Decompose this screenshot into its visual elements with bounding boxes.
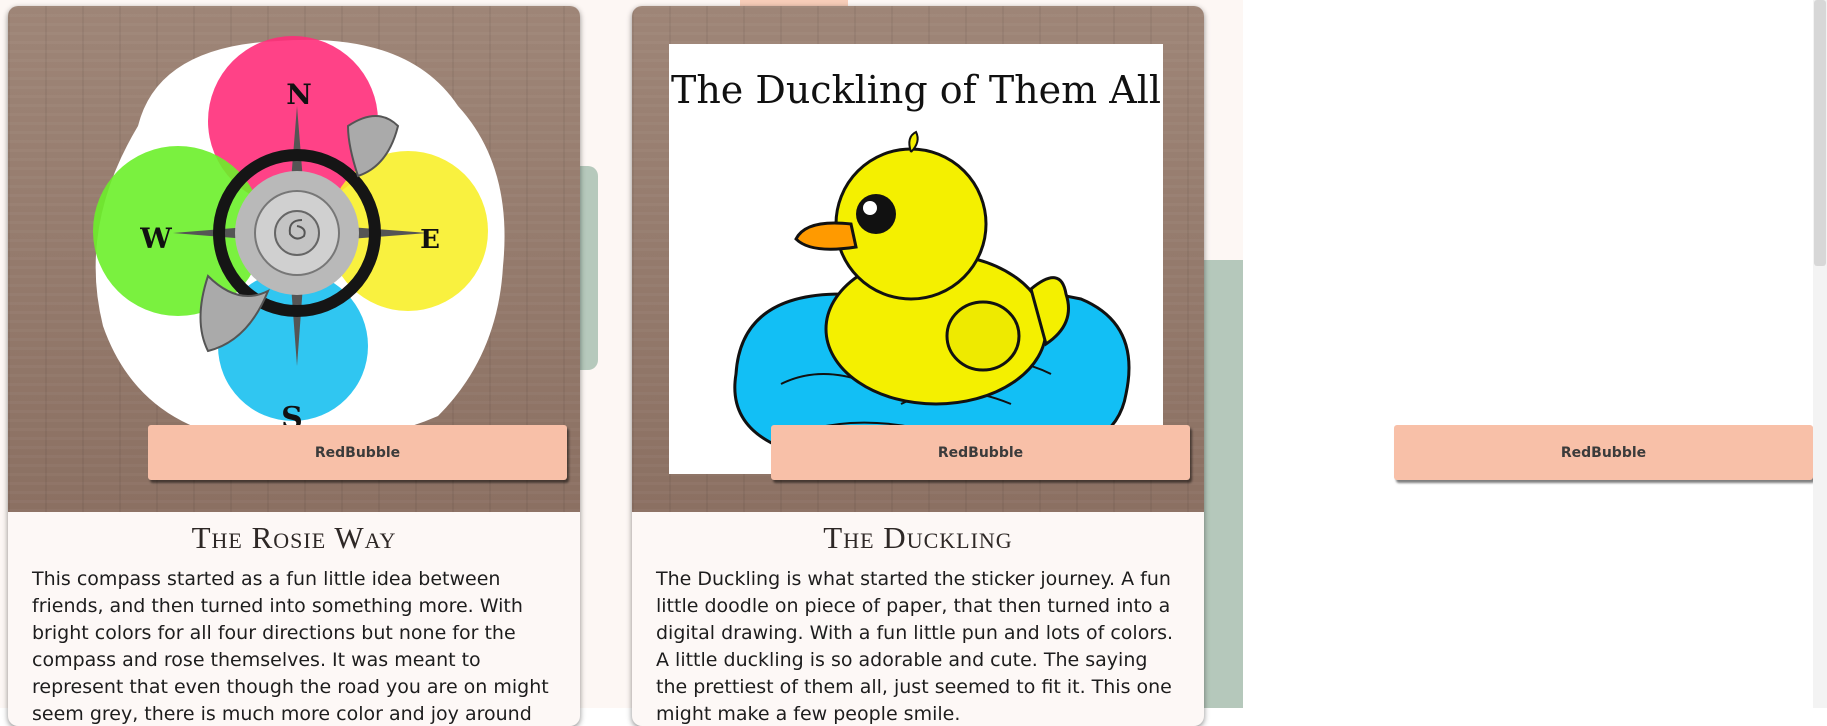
scrollbar-track[interactable]: [1813, 0, 1827, 708]
card-image-compass-rose: N E S W RedBubble: [8, 6, 580, 512]
sticker-caption: The Duckling of Them All: [670, 68, 1161, 112]
duck-illustration: [733, 130, 1131, 464]
redbubble-button[interactable]: RedBubble: [148, 425, 567, 480]
redbubble-button[interactable]: RedBubble: [1394, 425, 1813, 480]
card-image-duckling: The Duckling of Them All RedBubble: [632, 6, 1204, 512]
scrollbar-thumb[interactable]: [1814, 0, 1826, 266]
redbubble-button[interactable]: RedBubble: [771, 425, 1190, 480]
svg-text:E: E: [420, 225, 440, 255]
product-card-duckling: The Duckling of Them All RedBubble The D…: [632, 6, 1204, 726]
card-title: The Rosie Way: [191, 520, 397, 555]
duckling-sticker: The Duckling of Them All: [669, 44, 1163, 474]
svg-text:N: N: [286, 78, 312, 111]
card-title: The Duckling: [823, 520, 1013, 555]
compass-rose-sticker: N E S W: [93, 36, 505, 444]
product-card-rosie-way: N E S W RedBubble The Rosie Way This com…: [8, 6, 580, 726]
svg-text:W: W: [139, 222, 172, 255]
card-description: This compass started as a fun little ide…: [32, 568, 549, 725]
card-description: The Duckling is what started the sticker…: [656, 568, 1174, 725]
